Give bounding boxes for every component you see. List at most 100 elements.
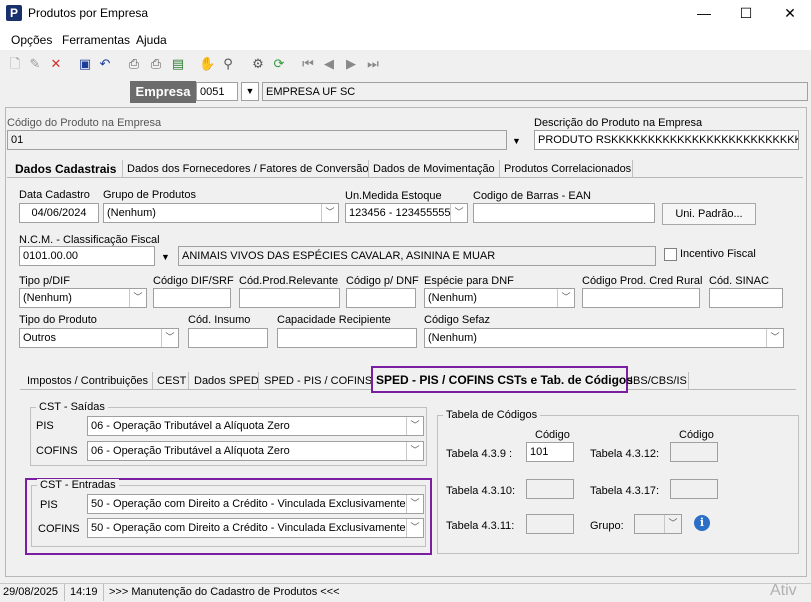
tab-ibs-cbs-is[interactable]: IBS/CBS/IS (630, 375, 687, 387)
menu-ajuda[interactable]: Ajuda (136, 33, 167, 47)
chevron-down-icon: ﹀ (406, 519, 423, 537)
cst-entradas-pis-select[interactable]: 50 - Operação com Direito a Crédito - Vi… (87, 494, 424, 514)
first-icon[interactable]: ⏮ (300, 56, 316, 72)
grupo-select[interactable]: ﹀ (634, 514, 682, 534)
save-icon[interactable]: ▣ (77, 56, 93, 72)
last-icon[interactable]: ⏭ (365, 56, 381, 72)
uni-padrao-button[interactable]: Uni. Padrão... (662, 203, 756, 225)
cst-entradas-cofins-value: 50 - Operação com Direito a Crédito - Vi… (91, 522, 415, 534)
especie-dnf-select[interactable]: (Nenhum) ﹀ (424, 288, 575, 308)
tab-divider (188, 372, 189, 389)
cod-relevante-label: Cód.Prod.Relevante (239, 275, 339, 287)
codigo-produto-dropdown-icon[interactable]: ▼ (512, 136, 521, 146)
menu-opcoes[interactable]: Opções (11, 33, 52, 47)
incentivo-fiscal-checkbox[interactable] (664, 248, 677, 261)
tab-cest[interactable]: CEST (157, 375, 186, 387)
capacidade-field[interactable] (277, 328, 417, 348)
status-divider (64, 584, 65, 601)
tabela-4311-label: Tabela 4.3.11: (446, 520, 515, 532)
tabela-4312-field (670, 442, 718, 462)
especie-dnf-value: (Nenhum) (428, 292, 477, 304)
app-icon: P (6, 5, 22, 21)
next-icon[interactable]: ▶ (343, 56, 359, 72)
activation-watermark: Ativ (770, 582, 797, 599)
minimize-button[interactable]: — (694, 3, 714, 23)
prev-icon[interactable]: ◀ (321, 56, 337, 72)
capacidade-label: Capacidade Recipiente (277, 314, 391, 326)
grupo-produtos-select[interactable]: (Nenhum) ﹀ (103, 203, 339, 223)
cst-saidas-title: CST - Saídas (36, 401, 108, 413)
refresh-icon[interactable]: ⟳ (271, 56, 287, 72)
tab-divider (632, 160, 633, 177)
codigo-dif-field[interactable] (153, 288, 231, 308)
search-icon[interactable]: ⚲ (220, 56, 236, 72)
ncm-field[interactable]: 0101.00.00 (19, 246, 155, 266)
ncm-dropdown-icon[interactable]: ▼ (161, 252, 170, 262)
tab-impostos[interactable]: Impostos / Contribuições (27, 375, 148, 387)
print-preview-icon[interactable]: ⎙ (148, 56, 164, 72)
tab-dados-fornecedores[interactable]: Dados dos Fornecedores / Fatores de Conv… (127, 163, 369, 175)
hand-icon[interactable]: ✋ (199, 56, 215, 72)
empresa-dropdown-button[interactable]: ▼ (241, 82, 259, 101)
tabela-4312-label: Tabela 4.3.12: (590, 448, 660, 460)
data-cadastro-field[interactable]: 04/06/2024 (19, 203, 99, 223)
print-icon[interactable]: ⎙ (126, 56, 142, 72)
codigo-dnf-field[interactable] (346, 288, 416, 308)
ean-field[interactable] (473, 203, 655, 223)
maximize-button[interactable]: ☐ (736, 3, 756, 23)
sefaz-label: Código Sefaz (424, 314, 491, 326)
grupo-produtos-label: Grupo de Produtos (103, 189, 196, 201)
tabela-439-field[interactable]: 101 (526, 442, 574, 462)
tipo-produto-label: Tipo do Produto (19, 314, 97, 326)
chevron-down-icon: ﹀ (406, 495, 423, 513)
tabela-4317-label: Tabela 4.3.17: (590, 485, 660, 497)
codigo-produto-field[interactable]: 01 (7, 130, 507, 150)
cst-saidas-pis-value: 06 - Operação Tributável a Alíquota Zero (91, 420, 290, 432)
chevron-down-icon: ﹀ (321, 204, 338, 222)
chevron-down-icon: ﹀ (766, 329, 783, 347)
cod-relevante-field[interactable] (239, 288, 340, 308)
tab-dados-cadastrais[interactable]: Dados Cadastrais (15, 162, 116, 176)
tipo-dif-select[interactable]: (Nenhum) ﹀ (19, 288, 147, 308)
close-button[interactable]: ✕ (780, 3, 800, 23)
tipo-produto-value: Outros (23, 332, 57, 344)
tab-dados-movimentacao[interactable]: Dados de Movimentação (373, 163, 495, 175)
descricao-produto-field[interactable]: PRODUTO RSKKKKKKKKKKKKKKKKKKKKKKKKKKKKKK… (534, 130, 799, 150)
tab-produtos-correlacionados[interactable]: Produtos Correlacionados (504, 163, 631, 175)
info-icon[interactable]: i (694, 515, 710, 531)
export-icon[interactable]: ▤ (170, 56, 186, 72)
tab-dados-sped[interactable]: Dados SPED (194, 375, 259, 387)
chevron-down-icon: ﹀ (406, 442, 423, 460)
undo-icon[interactable]: ↶ (97, 56, 113, 72)
insumo-field[interactable] (188, 328, 268, 348)
cst-saidas-cofins-value: 06 - Operação Tributável a Alíquota Zero (91, 445, 290, 457)
cst-saidas-cofins-select[interactable]: 06 - Operação Tributável a Alíquota Zero… (87, 441, 424, 461)
menu-ferramentas[interactable]: Ferramentas (62, 33, 130, 47)
cst-saidas-pis-label: PIS (36, 420, 54, 432)
cod-rural-field[interactable] (582, 288, 700, 308)
settings-icon[interactable]: ⚙ (250, 56, 266, 72)
sinac-field[interactable] (709, 288, 783, 308)
delete-icon[interactable]: ✕ (48, 56, 64, 72)
unidade-select[interactable]: 123456 - 123455555 ﹀ (345, 203, 468, 223)
cst-entradas-cofins-select[interactable]: 50 - Operação com Direito a Crédito - Vi… (87, 518, 424, 538)
chevron-down-icon: ﹀ (664, 515, 681, 533)
empresa-code-field[interactable]: 0051 (196, 82, 238, 101)
status-date: 29/08/2025 (3, 586, 59, 598)
cst-saidas-pis-select[interactable]: 06 - Operação Tributável a Alíquota Zero… (87, 416, 424, 436)
tabela-439-label: Tabela 4.3.9 : (446, 448, 513, 460)
ncm-label: N.C.M. - Classificação Fiscal (19, 234, 160, 246)
chevron-down-icon: ﹀ (161, 329, 178, 347)
tipo-produto-select[interactable]: Outros ﹀ (19, 328, 179, 348)
ean-label: Codigo de Barras - EAN (473, 190, 591, 202)
edit-icon[interactable]: ✎ (27, 56, 43, 72)
cst-entradas-title: CST - Entradas (37, 479, 119, 491)
status-divider (103, 584, 104, 601)
status-message: >>> Manutenção do Cadastro de Produtos <… (109, 586, 340, 598)
tabela-4310-field (526, 479, 574, 499)
codigo-produto-label: Código do Produto na Empresa (7, 117, 162, 129)
tab-sped-pis-cofins[interactable]: SPED - PIS / COFINS (264, 375, 372, 387)
tab-sped-pis-cofins-csts[interactable]: SPED - PIS / COFINS CSTs e Tab. de Códig… (376, 373, 633, 387)
new-icon[interactable]: 🗋 (7, 56, 23, 72)
sefaz-select[interactable]: (Nenhum) ﹀ (424, 328, 784, 348)
